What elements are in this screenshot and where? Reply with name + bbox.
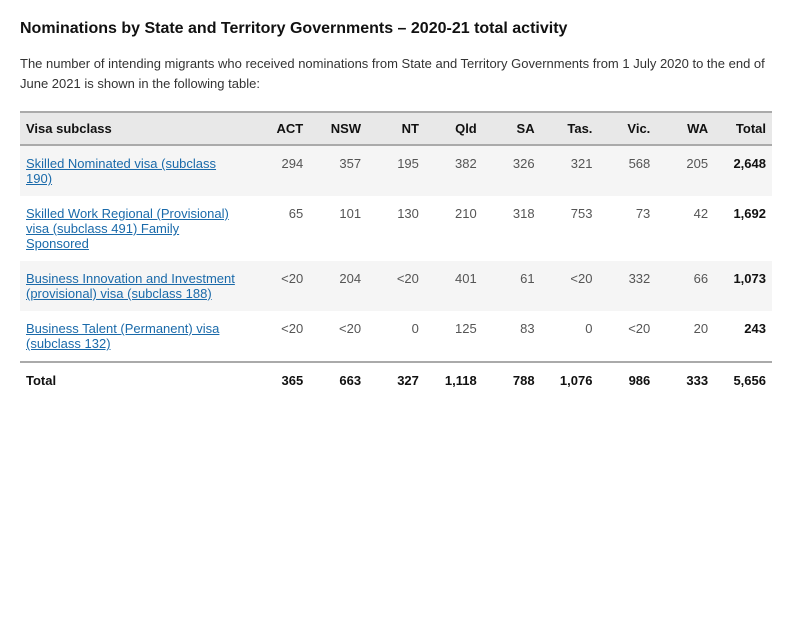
- cell-wa: 20: [656, 311, 714, 362]
- table-row: Business Innovation and Investment (prov…: [20, 261, 772, 311]
- visa-link[interactable]: Skilled Nominated visa (subclass 190): [26, 156, 216, 186]
- cell-qld: 401: [425, 261, 483, 311]
- col-header-visa: Visa subclass: [20, 112, 251, 145]
- cell-vic: <20: [598, 311, 656, 362]
- col-header-sa: SA: [483, 112, 541, 145]
- visa-link[interactable]: Business Talent (Permanent) visa (subcla…: [26, 321, 219, 351]
- cell-wa: 66: [656, 261, 714, 311]
- col-header-nsw: NSW: [309, 112, 367, 145]
- page-title: Nominations by State and Territory Gover…: [20, 20, 772, 38]
- col-header-act: ACT: [251, 112, 309, 145]
- cell-act: 65: [251, 196, 309, 261]
- cell-nsw: 101: [309, 196, 367, 261]
- cell-nt: 195: [367, 145, 425, 196]
- cell-wa: 42: [656, 196, 714, 261]
- cell-sa: 326: [483, 145, 541, 196]
- cell-act: 294: [251, 145, 309, 196]
- cell-nsw: 357: [309, 145, 367, 196]
- footer-total: 5,656: [714, 362, 772, 398]
- table-row: Skilled Nominated visa (subclass 190) 294…: [20, 145, 772, 196]
- footer-nt: 327: [367, 362, 425, 398]
- cell-sa: 61: [483, 261, 541, 311]
- cell-tas: 0: [541, 311, 599, 362]
- cell-nt: 130: [367, 196, 425, 261]
- cell-qld: 210: [425, 196, 483, 261]
- footer-vic: 986: [598, 362, 656, 398]
- table-header-row: Visa subclass ACT NSW NT Qld SA Tas. Vic…: [20, 112, 772, 145]
- cell-vic: 73: [598, 196, 656, 261]
- footer-wa: 333: [656, 362, 714, 398]
- cell-qld: 125: [425, 311, 483, 362]
- cell-tas: <20: [541, 261, 599, 311]
- description-text: The number of intending migrants who rec…: [20, 54, 772, 93]
- footer-act: 365: [251, 362, 309, 398]
- visa-link[interactable]: Skilled Work Regional (Provisional) visa…: [26, 206, 229, 251]
- col-header-nt: NT: [367, 112, 425, 145]
- cell-sa: 83: [483, 311, 541, 362]
- col-header-tas: Tas.: [541, 112, 599, 145]
- cell-qld: 382: [425, 145, 483, 196]
- cell-visa: Skilled Work Regional (Provisional) visa…: [20, 196, 251, 261]
- cell-visa: Business Innovation and Investment (prov…: [20, 261, 251, 311]
- footer-tas: 1,076: [541, 362, 599, 398]
- cell-nt: 0: [367, 311, 425, 362]
- cell-total: 1,073: [714, 261, 772, 311]
- col-header-wa: WA: [656, 112, 714, 145]
- col-header-total: Total: [714, 112, 772, 145]
- cell-vic: 332: [598, 261, 656, 311]
- cell-total: 2,648: [714, 145, 772, 196]
- cell-wa: 205: [656, 145, 714, 196]
- cell-total: 1,692: [714, 196, 772, 261]
- cell-visa: Business Talent (Permanent) visa (subcla…: [20, 311, 251, 362]
- cell-total: 243: [714, 311, 772, 362]
- table-row: Skilled Work Regional (Provisional) visa…: [20, 196, 772, 261]
- footer-sa: 788: [483, 362, 541, 398]
- cell-vic: 568: [598, 145, 656, 196]
- footer-nsw: 663: [309, 362, 367, 398]
- footer-qld: 1,118: [425, 362, 483, 398]
- col-header-qld: Qld: [425, 112, 483, 145]
- cell-visa: Skilled Nominated visa (subclass 190): [20, 145, 251, 196]
- nominations-table: Visa subclass ACT NSW NT Qld SA Tas. Vic…: [20, 111, 772, 398]
- table-footer-row: Total 365 663 327 1,118 788 1,076 986 33…: [20, 362, 772, 398]
- cell-nsw: <20: [309, 311, 367, 362]
- col-header-vic: Vic.: [598, 112, 656, 145]
- cell-sa: 318: [483, 196, 541, 261]
- table-row: Business Talent (Permanent) visa (subcla…: [20, 311, 772, 362]
- cell-tas: 753: [541, 196, 599, 261]
- cell-nt: <20: [367, 261, 425, 311]
- cell-act: <20: [251, 261, 309, 311]
- footer-label: Total: [20, 362, 251, 398]
- cell-tas: 321: [541, 145, 599, 196]
- visa-link[interactable]: Business Innovation and Investment (prov…: [26, 271, 235, 301]
- cell-nsw: 204: [309, 261, 367, 311]
- cell-act: <20: [251, 311, 309, 362]
